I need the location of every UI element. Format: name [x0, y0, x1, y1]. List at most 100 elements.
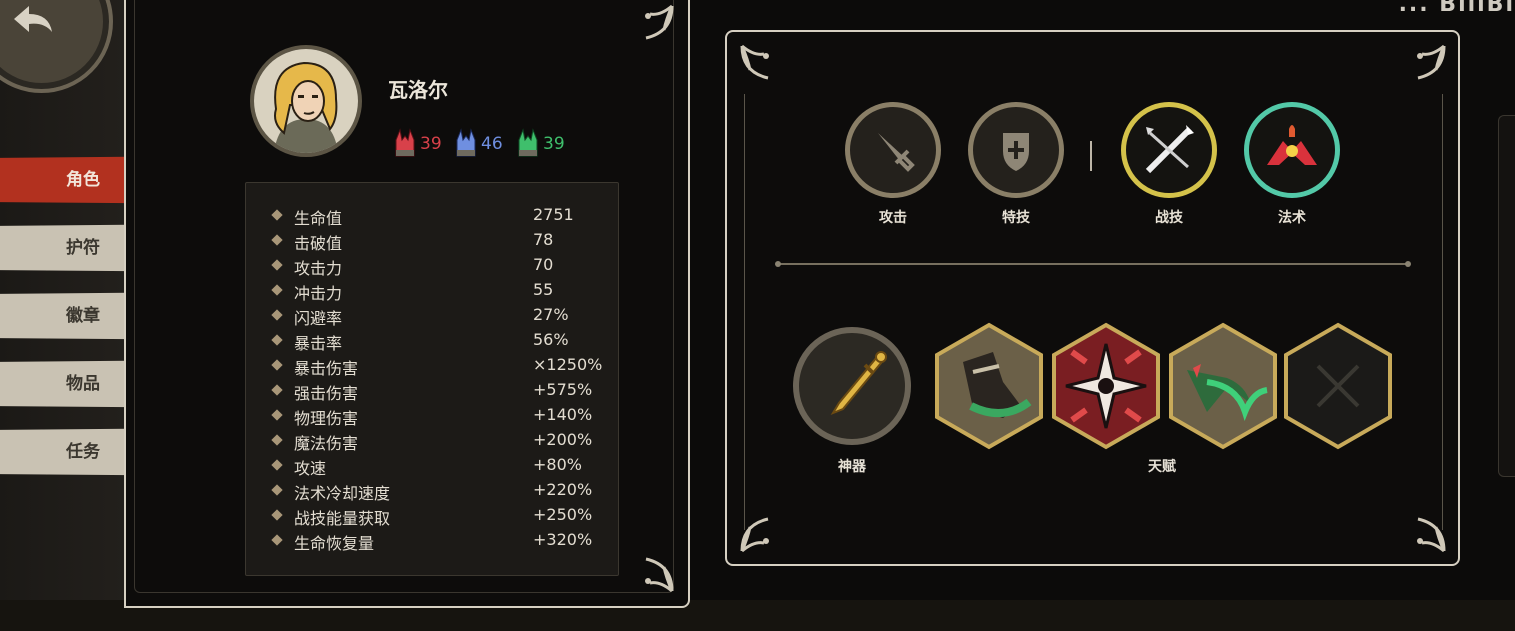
- stat-value: +200%: [533, 430, 593, 449]
- stat-label: 强击伤害: [294, 384, 359, 403]
- red-resist-icon: [395, 128, 415, 157]
- talent-slot-empty[interactable]: [1282, 322, 1394, 450]
- resist-green-value: 39: [543, 134, 565, 154]
- stat-row: 生命恢复量 +320%: [246, 528, 618, 553]
- skill-separator: [1090, 141, 1092, 171]
- diamond-bullet-icon: [271, 234, 283, 246]
- skill-combat-art-label: 战技: [1155, 210, 1183, 226]
- dagger-icon: [830, 351, 887, 416]
- stat-row: 冲击力 55: [246, 278, 618, 303]
- stat-label: 生命恢复量: [294, 534, 375, 553]
- stats-list: 生命值 2751 击破值 78 攻击力 70 冲击力 55 闪避率 27% 暴击率 56% …: [245, 182, 619, 576]
- corner-ornament-icon: [1417, 517, 1446, 553]
- diamond-bullet-icon: [271, 384, 283, 396]
- stat-label: 暴击率: [294, 334, 343, 353]
- diamond-bullet-icon: [271, 509, 283, 521]
- resist-blue-value: 46: [481, 134, 503, 154]
- hero-portrait-icon: [254, 49, 358, 153]
- skill-spell[interactable]: 法术: [1244, 102, 1340, 227]
- green-resist-icon: [518, 128, 538, 157]
- back-arrow-icon: [14, 6, 52, 32]
- section-divider: [775, 261, 1411, 267]
- corner-ornament-icon: [740, 517, 769, 553]
- diamond-bullet-icon: [271, 459, 283, 471]
- stat-value: 55: [533, 280, 554, 299]
- diamond-bullet-icon: [271, 484, 283, 496]
- diamond-bullet-icon: [271, 534, 283, 546]
- stat-row: 暴击伤害 ×1250%: [246, 353, 618, 378]
- stat-label: 击破值: [294, 234, 343, 253]
- character-portrait: [250, 45, 362, 157]
- diamond-bullet-icon: [271, 309, 283, 321]
- stat-value: 27%: [533, 305, 569, 324]
- stat-row: 战技能量获取 +250%: [246, 503, 618, 528]
- stat-row: 闪避率 27%: [246, 303, 618, 328]
- stat-row: 击破值 78: [246, 228, 618, 253]
- stat-label: 闪避率: [294, 309, 343, 328]
- stat-row: 强击伤害 +575%: [246, 378, 618, 403]
- stat-row: 法术冷却速度 +220%: [246, 478, 618, 503]
- skills-panel: [725, 30, 1460, 566]
- shuriken-star-icon: [1065, 343, 1147, 429]
- skill-special[interactable]: 特技: [968, 102, 1064, 227]
- stat-value: +575%: [533, 380, 593, 399]
- skill-spell-ring: [1244, 102, 1340, 198]
- stat-row: 生命值 2751: [246, 203, 618, 228]
- skill-special-label: 特技: [1002, 210, 1030, 226]
- stat-value: +220%: [533, 480, 593, 499]
- stat-row: 魔法伤害 +200%: [246, 428, 618, 453]
- corner-ornament-icon: [740, 44, 769, 80]
- corner-ornament-icon: [645, 4, 674, 40]
- artifact-label: 神器: [838, 459, 866, 475]
- corner-ornament-icon: [1417, 44, 1446, 80]
- talent-slot[interactable]: [1167, 322, 1279, 450]
- diamond-bullet-icon: [271, 259, 283, 271]
- stat-value: +250%: [533, 505, 593, 524]
- skill-spell-label: 法术: [1278, 210, 1306, 226]
- stat-value: 2751: [533, 205, 574, 224]
- diamond-bullet-icon: [271, 284, 283, 296]
- talent-slot[interactable]: [933, 322, 1045, 450]
- red-flame-sigil-icon: [1267, 125, 1317, 165]
- watermark-text: ... BiliBi: [1275, 0, 1515, 12]
- stat-label: 暴击伤害: [294, 359, 359, 378]
- sword-icon: [878, 133, 915, 172]
- stat-value: +320%: [533, 530, 593, 549]
- stat-row: 攻速 +80%: [246, 453, 618, 478]
- corner-ornament-icon: [645, 557, 674, 593]
- crossed-blades-icon: [1145, 125, 1194, 174]
- talent-label: 天赋: [1148, 459, 1176, 475]
- skill-attack-label: 攻击: [879, 210, 907, 226]
- stat-value: 70: [533, 255, 554, 274]
- skill-combat-art[interactable]: 战技: [1121, 102, 1217, 227]
- skill-special-ring: [968, 102, 1064, 198]
- resist-red-value: 39: [420, 134, 442, 154]
- skill-attack[interactable]: 攻击: [845, 102, 941, 227]
- stat-row: 物理伤害 +140%: [246, 403, 618, 428]
- diamond-bullet-icon: [271, 209, 283, 221]
- stat-value: +140%: [533, 405, 593, 424]
- diamond-bullet-icon: [271, 409, 283, 421]
- stat-row: 攻击力 70: [246, 253, 618, 278]
- stat-value: 78: [533, 230, 554, 249]
- character-name: 瓦洛尔: [388, 78, 448, 102]
- diamond-bullet-icon: [271, 434, 283, 446]
- diamond-bullet-icon: [271, 359, 283, 371]
- stat-row: 暴击率 56%: [246, 328, 618, 353]
- stat-label: 法术冷却速度: [294, 484, 391, 503]
- stat-value: +80%: [533, 455, 582, 474]
- diamond-bullet-icon: [271, 334, 283, 346]
- skill-combat-art-ring: [1121, 102, 1217, 198]
- artifact-slot[interactable]: [793, 327, 911, 445]
- stat-label: 攻击力: [294, 259, 343, 278]
- stat-label: 物理伤害: [294, 409, 359, 428]
- stat-value: ×1250%: [533, 355, 603, 374]
- talent-slot[interactable]: [1050, 322, 1162, 450]
- stat-label: 冲击力: [294, 284, 343, 303]
- stat-label: 生命值: [294, 209, 343, 228]
- right-edge-tab: [1498, 115, 1515, 477]
- blue-resist-icon: [456, 128, 476, 157]
- stat-label: 魔法伤害: [294, 434, 359, 453]
- stat-value: 56%: [533, 330, 569, 349]
- shield-cross-icon: [1003, 133, 1029, 171]
